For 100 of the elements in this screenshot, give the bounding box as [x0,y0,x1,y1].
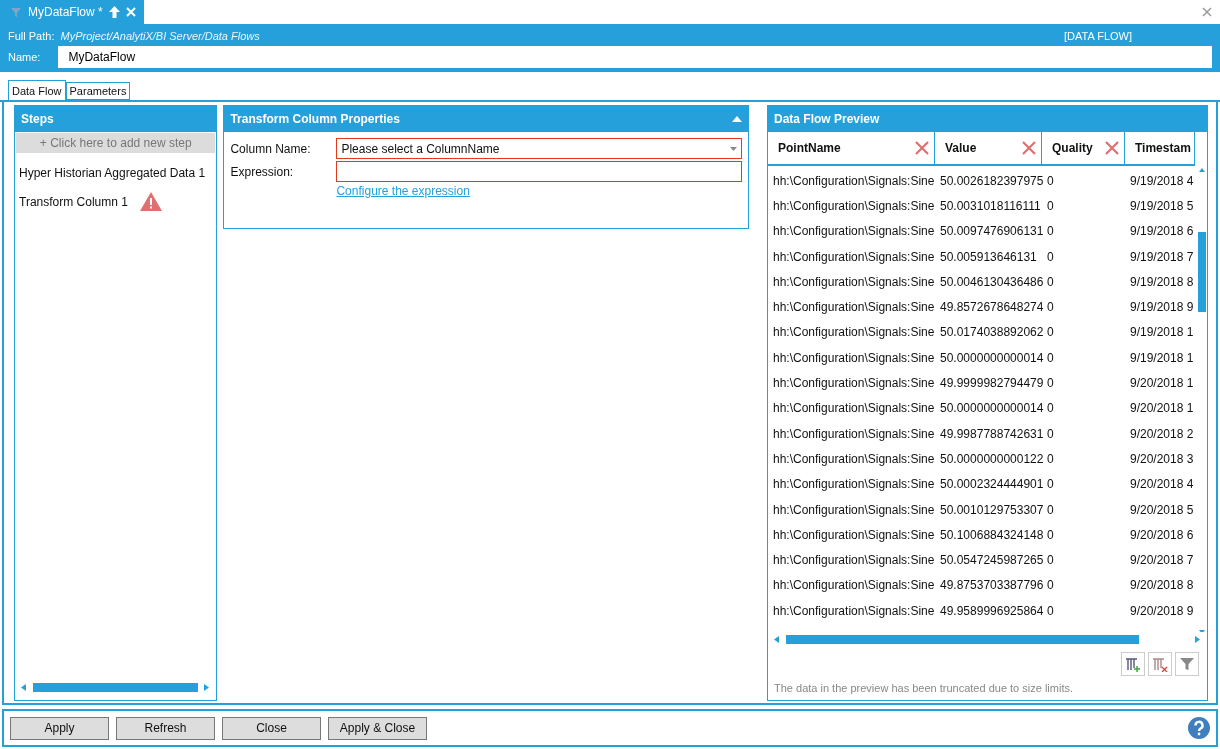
table-cell-text: 49.9999982794479 [939,376,1044,390]
name-label: Name: [8,51,41,63]
add-column-button[interactable] [1121,652,1145,676]
table-cell-text: 50.005913646131 [939,249,1037,264]
panel-title: Transform Column Properties [230,112,400,126]
table-cell-text: 50.0010129753307 [939,502,1044,517]
table-cell-text: 9/19/2018 9 [1129,300,1194,315]
table-cell-text: hh:\Configuration\Signals:Sine [772,527,935,542]
table-cell-text: hh:\Configuration\Signals:Sine [772,603,935,618]
table-cell-text: 0 [1046,300,1054,315]
step-item[interactable]: Hyper Historian Aggregated Data 1 [19,165,206,180]
table-cell-text: 0 [1046,401,1054,416]
action-button[interactable]: Refresh [116,716,215,740]
column-header[interactable]: PointName [768,132,935,164]
table-cell-text: 49.8572678648274 [939,300,1044,315]
table-cell-text: 0 [1046,274,1054,289]
remove-column-icon [1152,656,1168,672]
table-cell-text: 0 [1046,553,1054,568]
step-item[interactable]: Transform Column 1 [19,194,128,209]
table-cell-text: 49.9987788742631 [939,426,1044,441]
scroll-right-icon[interactable] [1195,635,1201,643]
help-icon[interactable] [1188,717,1210,739]
table-cell-text: hh:\Configuration\Signals:Sine [772,224,935,239]
table-cell-text: hh:\Configuration\Signals:Sine [772,401,935,416]
table-cell-text: 50.0097476906131 [939,224,1044,239]
clear-filter-icon[interactable] [1021,140,1037,156]
table-cell-text: hh:\Configuration\Signals:Sine [772,553,935,568]
table-cell-text: hh:\Configuration\Signals:Sine [772,426,935,441]
full-path-label: Full Path: [8,30,55,42]
table-cell-text: hh:\Configuration\Signals:Sine [772,173,935,188]
table-cell-text: 9/20/2018 5 [1129,502,1194,517]
table-cell-text: 50.0031018116111 [939,198,1041,213]
collapse-icon[interactable] [732,116,743,122]
scroll-right-icon[interactable] [204,683,211,691]
clear-filter-icon[interactable] [914,140,930,156]
table-cell-text: 0 [1046,426,1054,441]
truncation-note: The data in the preview has been truncated due to size limits. [773,681,1074,696]
name-field[interactable]: MyDataFlow [58,46,1212,68]
table-cell-text: hh:\Configuration\Signals:Sine [772,502,935,517]
table-cell-text: 0 [1046,578,1054,593]
column-name-dropdown[interactable]: Please select a ColumnName [336,138,743,159]
tab[interactable]: Data Flow [8,80,66,100]
table-cell-text: 9/20/2018 7 [1129,553,1194,568]
action-button[interactable]: Apply [10,716,109,740]
table-cell-text: hh:\Configuration\Signals:Sine [772,274,935,289]
table-cell-text: 50.0547245987265 [939,553,1044,568]
expression-field[interactable] [336,161,743,182]
table-cell-text: 9/20/2018 3 [1129,451,1194,466]
dropdown-caret-icon[interactable] [730,146,738,151]
table-cell-text: 0 [1046,451,1054,466]
data-flow-icon [10,6,22,18]
table-cell-text: 50.0000000000122 [939,451,1044,466]
table-cell-text: hh:\Configuration\Signals:Sine [772,350,935,365]
table-cell-text: 9/19/2018 8 [1129,274,1194,289]
add-column-icon [1125,656,1141,672]
table-cell-text: hh:\Configuration\Signals:Sine [772,198,935,213]
table-cell-text: 50.0000000000014 [939,401,1044,416]
field-label: Column Name: [230,141,312,156]
table-cell-text: 9/20/2018 1 [1129,401,1194,416]
table-cell-text: 9/20/2018 1 [1129,376,1194,390]
table-cell-text: 0 [1046,325,1054,340]
type-label: [DATA FLOW] [1063,30,1132,42]
table-cell-text: 0 [1046,477,1054,492]
scroll-left-icon[interactable] [21,683,27,691]
table-cell-text: hh:\Configuration\Signals:Sine [772,249,935,264]
table-cell-text: 9/20/2018 9 [1129,603,1194,618]
table-cell-text: 9/19/2018 4 [1129,173,1194,188]
table-cell-text: 0 [1046,603,1054,618]
table-cell-text: 0 [1046,249,1054,264]
table-cell-text: 9/19/2018 7 [1129,249,1194,264]
table-cell-text: 50.0174038892062 [939,325,1044,340]
column-header[interactable]: Timestam [1125,132,1195,164]
table-cell-text: 0 [1046,173,1054,188]
remove-column-button[interactable] [1148,652,1172,676]
table-cell-text: 0 [1046,198,1054,213]
table-cell-text: hh:\Configuration\Signals:Sine [772,325,935,340]
table-cell-text: hh:\Configuration\Signals:Sine [772,578,935,593]
table-cell-text: 49.8753703387796 [939,578,1044,593]
table-cell-text: 0 [1046,350,1054,365]
table-cell-text: 9/19/2018 1 [1129,350,1194,365]
pin-icon[interactable] [108,6,120,18]
table-cell-text: 50.0002324444901 [939,477,1044,492]
vertical-scrollbar[interactable] [1197,166,1207,632]
column-header[interactable]: Value [935,132,1042,164]
action-button[interactable]: Apply & Close [328,716,427,740]
filter-button[interactable] [1175,652,1199,676]
table-cell-text: hh:\Configuration\Signals:Sine [772,300,935,315]
tab[interactable]: Parameters [65,82,131,100]
clear-filter-icon[interactable] [1104,140,1120,156]
table-cell-text: 0 [1046,502,1054,517]
table-cell-text: 50.0000000000014 [939,350,1044,365]
scroll-left-icon[interactable] [774,635,780,643]
action-button[interactable]: Close [222,716,321,740]
filter-icon [1179,656,1195,672]
table-cell-text: 0 [1046,224,1054,239]
full-path: MyProject/AnalytiX/BI Server/Data Flows [60,30,261,42]
field-label: Expression: [230,164,295,179]
column-header[interactable]: Quality [1042,132,1125,164]
table-cell-text: 9/20/2018 2 [1129,426,1194,441]
close-icon[interactable] [1202,7,1212,17]
